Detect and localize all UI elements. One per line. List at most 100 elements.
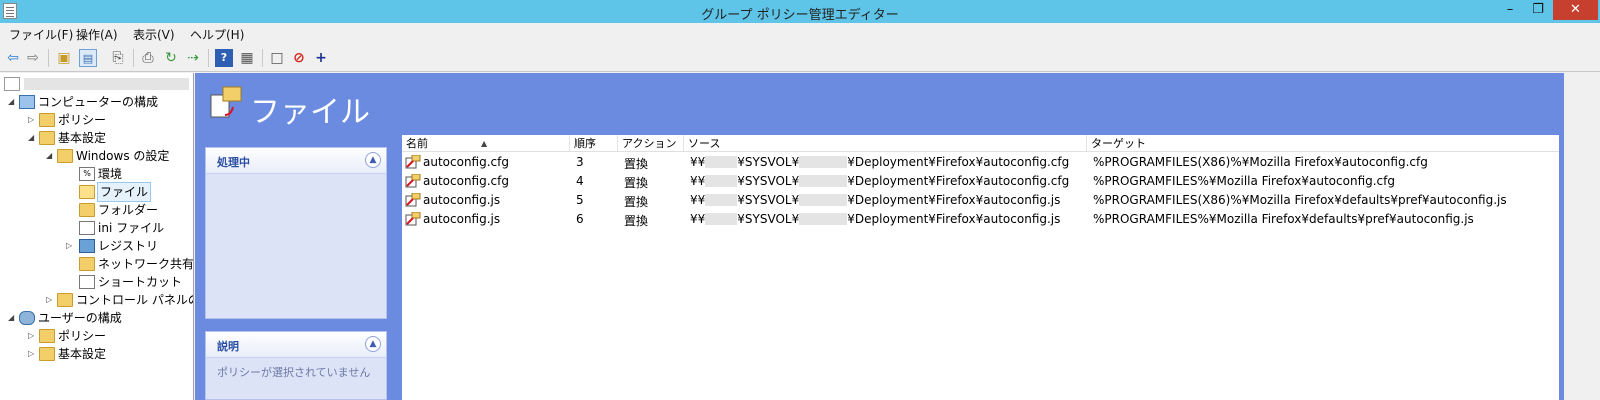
computer-icon [19,95,35,109]
close-button[interactable]: ✕ [1553,0,1598,20]
column-label: ソース [688,137,721,150]
collapse-arrow-icon[interactable]: ◢ [28,129,38,147]
expand-arrow-icon[interactable]: ▷ [66,237,76,255]
folder-icon [39,329,55,343]
column-label: 名前 [406,137,428,150]
shortcut-icon [79,275,95,289]
stop-icon[interactable]: ⊘ [290,49,308,67]
folder-icon [39,113,55,127]
tree-label: レジストリ [98,239,159,253]
cell-order: 4 [576,174,584,188]
source-suffix: ¥Deployment¥Firefox¥autoconfig.js [847,212,1061,226]
tree-label: ユーザーの構成 [38,311,122,325]
collapse-arrow-icon[interactable]: ◢ [8,93,18,111]
cell-order: 3 [576,155,584,169]
minimize-button[interactable]: – [1497,0,1523,20]
tree-label: フォルダー [98,203,159,217]
cell-name: autoconfig.js [423,212,501,226]
menu-help[interactable]: ヘルプ(H) [190,26,244,43]
source-suffix: ¥Deployment¥Firefox¥autoconfig.cfg [847,155,1070,169]
table-row[interactable]: autoconfig.cfg 3 置換 ¥¥ ¥SYSVOL¥ ¥Deploymen… [402,153,1559,172]
description-panel-header[interactable]: 説明 ▲ [206,332,386,358]
menu-action[interactable]: 操作(A) [76,26,118,43]
source-prefix: ¥¥ [690,212,706,226]
maximize-button[interactable]: ❐ [1525,0,1551,20]
expand-arrow-icon[interactable]: ▷ [28,111,38,129]
files-list: 名前 ▲ 順序 アクション ソース ターゲット autoconfig.cfg 3… [402,135,1559,400]
print-icon[interactable]: ⎙ [139,49,157,67]
expand-arrow-icon[interactable]: ▷ [28,345,38,363]
source-suffix: ¥Deployment¥Firefox¥autoconfig.cfg [847,174,1070,188]
processing-panel-title: 処理中 [217,156,250,169]
collapse-arrow-icon[interactable]: ◢ [8,309,18,327]
up-folder-icon[interactable]: ▣ [55,49,73,67]
tree-label: ポリシー [58,113,107,127]
toolbar: ⇦ ⇨ ▣ ▤ ⎘ ⎙ ↻ ⇢ ? ▦ □ ⊘ + [0,44,1600,72]
redacted-server [705,175,738,187]
folder-icon [57,149,73,163]
properties-icon[interactable]: □ [268,49,286,67]
folder-icon [39,131,55,145]
source-suffix: ¥Deployment¥Firefox¥autoconfig.js [847,193,1061,207]
collapse-arrow-icon[interactable]: ◢ [46,147,56,165]
sort-ascending-icon: ▲ [481,139,488,148]
source-prefix: ¥¥ [690,193,706,207]
redacted-domain [799,175,848,187]
ini-file-icon [79,221,95,235]
expand-arrow-icon[interactable]: ▷ [46,291,56,309]
cell-action: 置換 [624,214,649,228]
tree-root-label [24,78,189,90]
toolbar-separator [208,49,209,67]
toolbar-separator [48,49,49,67]
cell-name: autoconfig.cfg [423,155,509,169]
tree-label: コントロール パネルの設 [76,293,193,307]
console-icon[interactable]: ▦ [238,49,256,67]
back-icon[interactable]: ⇦ [4,49,22,67]
description-panel: 説明 ▲ ポリシーが選択されていません [205,331,387,400]
menu-file[interactable]: ファイル(F) [9,26,73,43]
cell-target: %PROGRAMFILES(X86)%¥Mozilla Firefox¥auto… [1093,155,1428,169]
cell-order: 6 [576,212,584,226]
expand-arrow-icon[interactable]: ▷ [28,327,38,345]
add-icon[interactable]: + [312,49,330,67]
column-header-name[interactable]: 名前 ▲ [402,135,570,152]
tree-label: 基本設定 [58,131,107,145]
title-bar: グループ ポリシー管理エディター – ❐ ✕ [0,0,1600,23]
export-list-icon[interactable]: ⇢ [184,49,202,67]
export-icon[interactable]: ⎘ [109,49,127,67]
refresh-icon[interactable]: ↻ [162,49,180,67]
column-label: アクション [622,137,677,150]
source-prefix: ¥¥ [690,155,706,169]
cell-name: autoconfig.js [423,193,501,207]
description-panel-title: 説明 [217,340,239,353]
column-label: 順序 [574,137,596,150]
table-row[interactable]: autoconfig.js 6 置換 ¥¥ ¥SYSVOL¥ ¥Deployment… [402,210,1559,229]
collapse-chevron-icon[interactable]: ▲ [365,336,381,352]
tree-label: コンピューターの構成 [38,95,159,109]
tree-label: ネットワーク共有 [98,257,194,271]
user-icon [19,311,35,325]
redacted-domain [799,194,848,206]
table-row[interactable]: autoconfig.js 5 置換 ¥¥ ¥SYSVOL¥ ¥Deployment… [402,191,1559,210]
help-icon[interactable]: ? [215,49,233,67]
show-hide-tree-icon[interactable]: ▤ [79,49,97,67]
cell-target: %PROGRAMFILES%¥Mozilla Firefox¥defaults¥… [1093,212,1474,226]
tree-label: Windows の設定 [76,149,170,163]
registry-icon [79,239,95,253]
processing-panel-header[interactable]: 処理中 ▲ [206,148,386,174]
table-row[interactable]: autoconfig.cfg 4 置換 ¥¥ ¥SYSVOL¥ ¥Deploymen… [402,172,1559,191]
network-share-icon [79,257,95,271]
menu-view[interactable]: 表示(V) [133,26,175,43]
environment-icon: % [79,167,95,181]
column-header-order[interactable]: 順序 [570,135,618,152]
cell-target: %PROGRAMFILES%¥Mozilla Firefox¥autoconfi… [1093,174,1395,188]
file-item-icon [405,211,421,226]
column-header-target[interactable]: ターゲット [1087,135,1559,152]
column-header-action[interactable]: アクション [618,135,684,152]
forward-icon[interactable]: ⇨ [24,49,42,67]
cell-source: ¥¥ ¥SYSVOL¥ ¥Deployment¥Firefox¥autoconfig… [690,212,1060,226]
collapse-chevron-icon[interactable]: ▲ [365,152,381,168]
console-tree: ◢ コンピューターの構成 ▷ ポリシー ◢ 基本設定 ◢ Windows の設定… [0,73,194,400]
gpo-document-icon [4,77,20,91]
column-header-source[interactable]: ソース [684,135,1087,152]
